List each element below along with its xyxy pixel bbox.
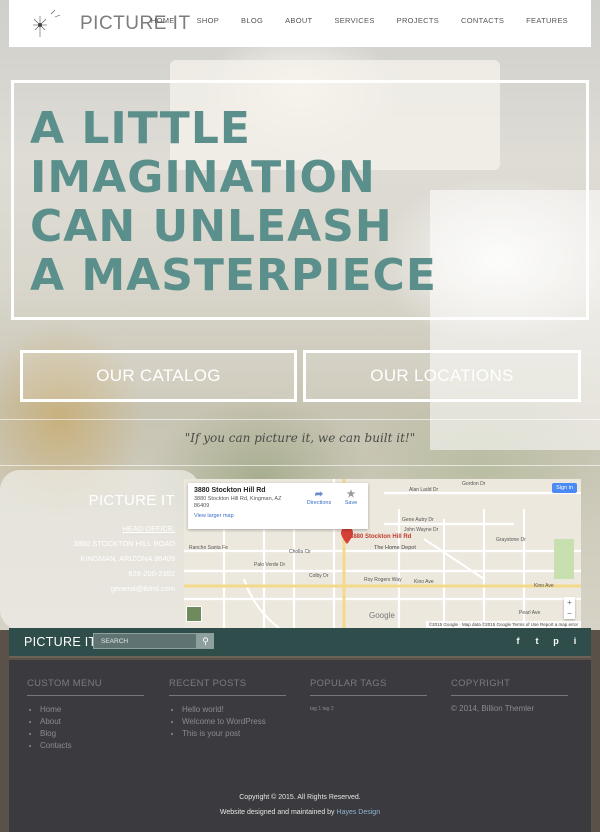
headline-line-2: IMAGINATION: [30, 152, 376, 203]
tag-links[interactable]: tag 1 tag 2: [310, 706, 427, 712]
facebook-icon[interactable]: f: [514, 636, 522, 646]
map-info-card: 3880 Stockton Hill Rd 3880 Stockton Hill…: [188, 483, 368, 529]
map-pin-label: 3880 Stockton Hill Rd: [350, 534, 412, 540]
nav-services[interactable]: SERVICES: [323, 16, 385, 25]
view-larger-map-link[interactable]: View larger map: [194, 513, 362, 519]
svg-text:Kino Ave: Kino Ave: [414, 579, 434, 585]
social-links: f t p i: [514, 636, 579, 646]
directions-button[interactable]: ➦ Directions: [306, 489, 332, 506]
pinterest-icon[interactable]: p: [552, 636, 560, 646]
footer-bar: PICTURE IT ⚲ f t p i: [9, 628, 591, 658]
nav-about[interactable]: ABOUT: [274, 16, 323, 25]
recent-posts-title: RECENT POSTS: [169, 678, 286, 696]
svg-text:Alan Ladd Dr: Alan Ladd Dr: [409, 487, 439, 493]
footer-brand[interactable]: PICTURE IT: [24, 635, 96, 649]
svg-text:Gene Autry Dr: Gene Autry Dr: [402, 517, 434, 523]
email-address[interactable]: general@iblml.com: [20, 581, 175, 596]
hayes-design-link[interactable]: Hayes Design: [337, 809, 381, 816]
google-logo: Google: [369, 611, 395, 620]
nav-blog[interactable]: BLOG: [230, 16, 274, 25]
quote-divider-top: [0, 419, 600, 420]
copyright-title: COPYRIGHT: [451, 678, 568, 696]
menu-link-home[interactable]: Home: [40, 704, 144, 716]
copyright-widget-text: © 2014, Billion Themler: [451, 704, 535, 713]
contact-brand: PICTURE IT: [88, 492, 175, 509]
our-catalog-button[interactable]: OUR CATALOG: [20, 350, 297, 402]
tagline-quote: "If you can picture it, we can built it!…: [184, 431, 416, 445]
nav-contacts[interactable]: CONTACTS: [450, 16, 515, 25]
nav-features[interactable]: FEATURES: [515, 16, 579, 25]
instagram-icon[interactable]: i: [571, 636, 579, 646]
recent-posts-widget: RECENT POSTS Hello world! Welcome to Wor…: [169, 678, 286, 740]
map-attribution: ©2015 Google · Map data ©2015 Google Ter…: [425, 621, 581, 628]
footer-widgets: CUSTOM MENU Home About Blog Contacts REC…: [9, 660, 591, 832]
post-link-1[interactable]: Hello world!: [182, 704, 286, 716]
search-input[interactable]: [93, 633, 197, 649]
popular-tags-widget: POPULAR TAGS tag 1 tag 2: [310, 678, 427, 712]
address-line-1: 3880 STOCKTON HILL ROAD: [73, 539, 175, 548]
map-sign-in-button[interactable]: Sign in: [552, 483, 577, 493]
svg-text:Kino Ave: Kino Ave: [534, 583, 554, 589]
search-icon[interactable]: ⚲: [197, 633, 214, 649]
svg-text:John Wayne Dr: John Wayne Dr: [404, 527, 439, 533]
home-depot-label: The Home Depot: [374, 545, 416, 551]
site-copyright: Copyright © 2015. All Rights Reserved.: [239, 794, 361, 801]
headline-line-3: CAN UNLEASH: [30, 201, 393, 252]
head-office-label: HEAD OFFICE:: [122, 524, 175, 533]
svg-text:Roy Rogers Way: Roy Rogers Way: [364, 577, 402, 583]
map-card-address: 3880 Stockton Hill Rd, Kingman, AZ 86409: [194, 496, 282, 509]
svg-text:Cholla Cir: Cholla Cir: [289, 549, 311, 555]
custom-menu-title: CUSTOM MENU: [27, 678, 144, 696]
address-line-2: KINGMAN, ARIZONA 86409: [80, 554, 175, 563]
copyright-widget: COPYRIGHT © 2014, Billion Themler: [451, 678, 568, 713]
contact-info: PICTURE IT HEAD OFFICE: 3880 STOCKTON HI…: [20, 492, 175, 596]
post-link-2[interactable]: Welcome to WordPress: [182, 716, 286, 728]
svg-text:Colby Dr: Colby Dr: [309, 573, 329, 579]
svg-text:Rancho Santa Fe: Rancho Santa Fe: [189, 545, 228, 551]
nav-shop[interactable]: SHOP: [186, 16, 230, 25]
svg-text:Pearl Ave: Pearl Ave: [519, 610, 541, 616]
menu-link-blog[interactable]: Blog: [40, 728, 144, 740]
twitter-icon[interactable]: t: [533, 636, 541, 646]
designer-credit: Website designed and maintained by Hayes…: [219, 809, 381, 816]
top-navbar: PICTURE IT HOME SHOP BLOG ABOUT SERVICES…: [9, 0, 591, 47]
headline-line-4: A MASTERPIECE: [30, 250, 437, 301]
dandelion-logo-icon[interactable]: [31, 8, 63, 38]
svg-text:Palo Verde Dr: Palo Verde Dr: [254, 562, 285, 568]
post-link-3[interactable]: This is your post: [182, 728, 286, 740]
map-card-title: 3880 Stockton Hill Rd: [194, 487, 266, 494]
menu-link-contacts[interactable]: Contacts: [40, 740, 144, 752]
map-satellite-thumbnail[interactable]: [186, 606, 202, 622]
map-zoom-control[interactable]: + −: [564, 597, 575, 619]
popular-tags-title: POPULAR TAGS: [310, 678, 427, 696]
main-nav: HOME SHOP BLOG ABOUT SERVICES PROJECTS C…: [140, 16, 579, 25]
headline-line-1: A LITTLE: [30, 103, 251, 154]
nav-projects[interactable]: PROJECTS: [386, 16, 450, 25]
star-icon: ★: [346, 489, 356, 500]
custom-menu-widget: CUSTOM MENU Home About Blog Contacts: [27, 678, 144, 752]
phone-number: 928-200-2392: [128, 569, 175, 578]
nav-home[interactable]: HOME: [140, 16, 186, 25]
svg-text:Gordon Dr: Gordon Dr: [462, 481, 486, 487]
menu-link-about[interactable]: About: [40, 716, 144, 728]
svg-text:Graystone Dr: Graystone Dr: [496, 537, 526, 543]
google-map[interactable]: Alan Ladd Dr Gordon Dr Gene Autry Dr Joh…: [184, 479, 581, 628]
hero-headline: A LITTLE IMAGINATION CAN UNLEASH A MASTE…: [30, 104, 550, 300]
quote-divider-bottom: [0, 465, 600, 466]
our-locations-button[interactable]: OUR LOCATIONS: [303, 350, 581, 402]
save-button[interactable]: ★ Save: [340, 489, 362, 506]
directions-icon: ➦: [314, 489, 324, 500]
